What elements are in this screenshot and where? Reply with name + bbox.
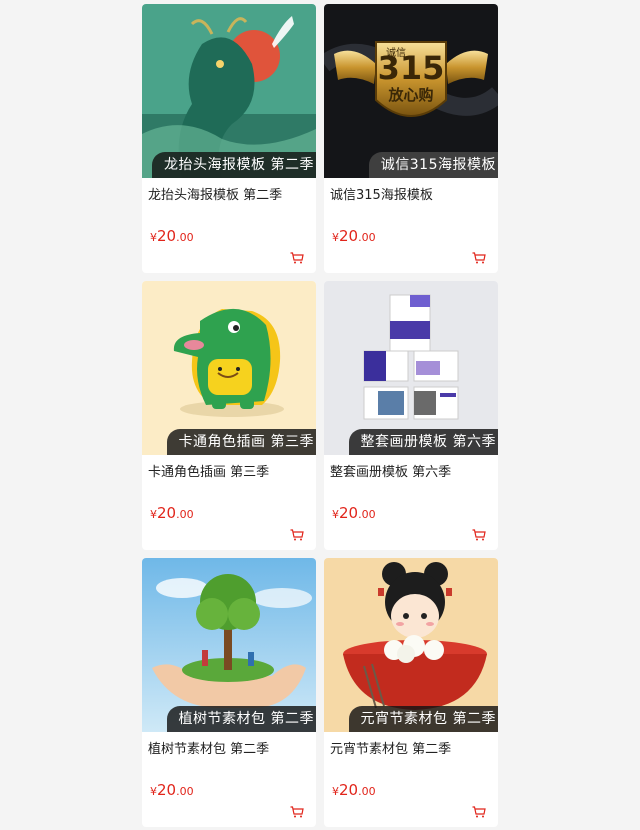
cart-icon[interactable]: [290, 249, 304, 264]
product-title[interactable]: 龙抬头海报模板 第二季: [148, 184, 282, 203]
product-grid: 龙抬头海报模板 第二季 龙抬头海报模板 第二季 ¥20.00 315 放心购 诚…: [142, 4, 498, 827]
product-card[interactable]: 龙抬头海报模板 第二季 龙抬头海报模板 第二季 ¥20.00: [142, 4, 316, 273]
product-title[interactable]: 诚信315海报模板: [330, 184, 433, 203]
product-title[interactable]: 元宵节素材包 第二季: [330, 738, 451, 757]
product-image-cartoon-dinosaur[interactable]: 卡通角色插画 第三季: [142, 281, 316, 455]
product-title[interactable]: 植树节素材包 第二季: [148, 738, 269, 757]
badge-top: 诚信: [386, 47, 406, 59]
image-caption: 龙抬头海报模板 第二季: [152, 152, 316, 178]
product-card[interactable]: 元宵节素材包 第二季 元宵节素材包 第二季 ¥20.00: [324, 558, 498, 827]
product-image-lantern-girl[interactable]: 元宵节素材包 第二季: [324, 558, 498, 732]
cart-icon[interactable]: [472, 803, 486, 818]
product-price: ¥20.00: [150, 781, 194, 799]
cart-icon[interactable]: [472, 249, 486, 264]
product-image-brochure[interactable]: 整套画册模板 第六季: [324, 281, 498, 455]
image-caption: 植树节素材包 第二季: [166, 706, 316, 732]
cart-icon[interactable]: [472, 526, 486, 541]
cart-icon[interactable]: [290, 803, 304, 818]
product-title[interactable]: 整套画册模板 第六季: [330, 461, 451, 480]
cart-icon[interactable]: [290, 526, 304, 541]
image-caption: 诚信315海报模板: [368, 152, 498, 178]
product-card[interactable]: 整套画册模板 第六季 整套画册模板 第六季 ¥20.00: [324, 281, 498, 550]
image-caption: 整套画册模板 第六季: [348, 429, 498, 455]
image-caption: 卡通角色插画 第三季: [166, 429, 316, 455]
product-card[interactable]: 315 放心购 诚信 诚信315海报模板 诚信315海报模板 ¥20.00: [324, 4, 498, 273]
product-price: ¥20.00: [150, 227, 194, 245]
product-price: ¥20.00: [332, 781, 376, 799]
product-card[interactable]: 卡通角色插画 第三季 卡通角色插画 第三季 ¥20.00: [142, 281, 316, 550]
product-price: ¥20.00: [150, 504, 194, 522]
product-image-badge-315[interactable]: 315 放心购 诚信 诚信315海报模板: [324, 4, 498, 178]
product-card[interactable]: 植树节素材包 第二季 植树节素材包 第二季 ¥20.00: [142, 558, 316, 827]
image-caption: 元宵节素材包 第二季: [348, 706, 498, 732]
product-image-dragon[interactable]: 龙抬头海报模板 第二季: [142, 4, 316, 178]
product-price: ¥20.00: [332, 227, 376, 245]
badge-subtitle: 放心购: [387, 86, 433, 104]
product-title[interactable]: 卡通角色插画 第三季: [148, 461, 269, 480]
product-image-tree-hands[interactable]: 植树节素材包 第二季: [142, 558, 316, 732]
product-price: ¥20.00: [332, 504, 376, 522]
